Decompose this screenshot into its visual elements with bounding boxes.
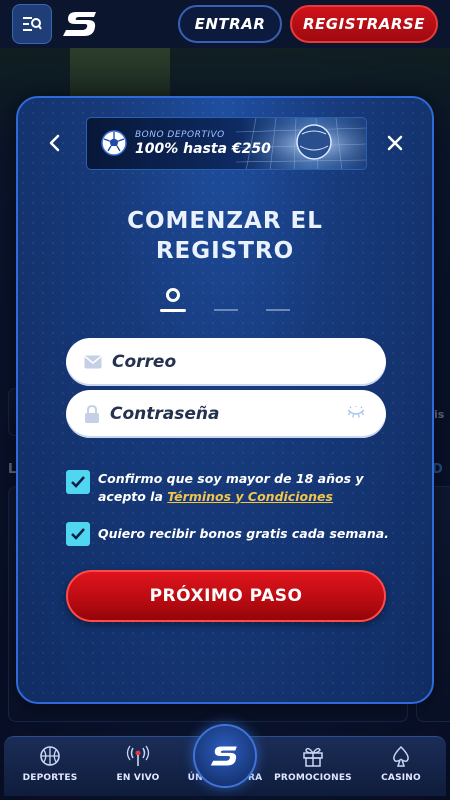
menu-button[interactable]: [12, 4, 52, 44]
step-pending: [266, 309, 290, 311]
promo-subtitle: BONO DEPORTIVO: [135, 130, 225, 140]
register-button[interactable]: REGISTRARSE: [290, 5, 438, 43]
lock-icon: [85, 405, 99, 423]
close-icon: [387, 135, 403, 151]
envelope-icon: [84, 355, 102, 369]
chevron-left-icon: [49, 134, 60, 152]
checkmark-icon: [71, 476, 85, 488]
promo-banner[interactable]: BONO DEPORTIVO 100% hasta €250: [86, 117, 367, 170]
password-field[interactable]: [66, 390, 386, 438]
basketball-icon: [40, 746, 60, 766]
nav-label: EN VIVO: [116, 773, 160, 783]
registration-modal: BONO DEPORTIVO 100% hasta €250 COMENZAR …: [16, 96, 434, 704]
login-button[interactable]: ENTRAR: [178, 5, 282, 43]
password-input[interactable]: [110, 404, 330, 424]
promo-headline: 100% hasta €250: [135, 141, 271, 157]
top-header: ENTRAR REGISTRARSE: [0, 0, 450, 48]
live-broadcast-icon: [126, 745, 150, 766]
nav-label: CASINO: [381, 773, 421, 783]
logo-icon: [63, 12, 96, 36]
close-button[interactable]: [380, 128, 410, 158]
eye-closed-icon[interactable]: [346, 406, 366, 420]
modal-title: COMENZAR EL REGISTRO: [18, 206, 432, 266]
modal-title-line: REGISTRO: [155, 238, 295, 264]
step-pending: [214, 309, 238, 311]
checkmark-icon: [71, 528, 85, 540]
bonus-consent-checkbox[interactable]: [66, 522, 90, 546]
nav-label: DEPORTES: [22, 773, 78, 783]
gift-icon: [303, 747, 323, 767]
email-input[interactable]: [112, 352, 332, 372]
brand-logo[interactable]: [62, 8, 100, 40]
age-consent-text: Confirmo que soy mayor de 18 años y acep…: [98, 470, 386, 506]
terms-link[interactable]: Términos y Condiciones: [167, 489, 333, 504]
logo-icon: [210, 746, 237, 766]
step-indicator: [160, 286, 300, 316]
nav-item-sports[interactable]: DEPORTES: [6, 745, 94, 783]
modal-title-line: COMENZAR EL: [127, 208, 323, 234]
nav-item-casino[interactable]: CASINO: [357, 745, 445, 783]
age-consent-row: Confirmo que soy mayor de 18 años y acep…: [66, 470, 386, 506]
nav-label: PROMOCIONES: [274, 773, 352, 783]
bonus-consent-label: Quiero recibir bonos gratis cada semana.: [98, 526, 389, 541]
age-consent-checkbox[interactable]: [66, 470, 90, 494]
back-button[interactable]: [40, 128, 70, 158]
step-current: [160, 286, 186, 312]
search-menu-icon: [23, 17, 42, 31]
nav-item-live[interactable]: EN VIVO: [94, 745, 182, 783]
spade-icon: [393, 745, 409, 767]
nav-item-promotions[interactable]: PROMOCIONES: [269, 745, 357, 783]
soccer-ball-icon: [101, 130, 127, 156]
next-step-button[interactable]: PRÓXIMO PASO: [66, 570, 386, 622]
join-now-badge[interactable]: [193, 724, 257, 788]
bonus-consent-row: Quiero recibir bonos gratis cada semana.: [66, 522, 389, 546]
email-field[interactable]: [66, 338, 386, 386]
